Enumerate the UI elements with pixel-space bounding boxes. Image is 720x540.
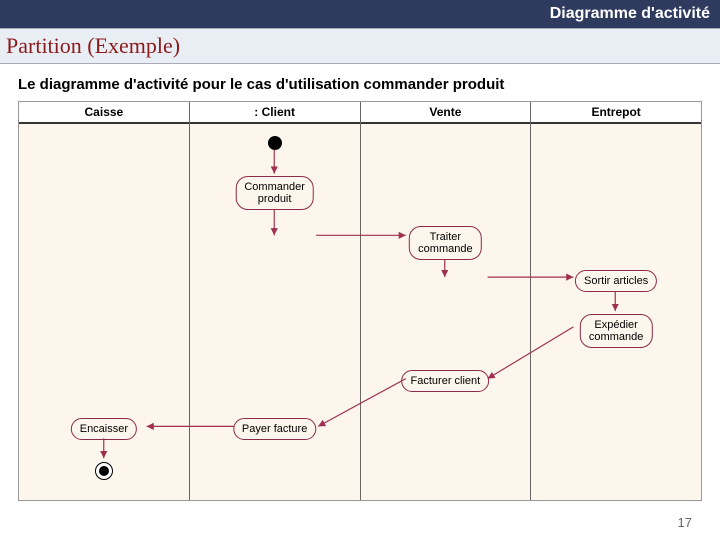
lane-head-entrepot: Entrepot [531, 102, 701, 124]
page-number: 17 [678, 515, 692, 530]
activity-facturer: Facturer client [402, 370, 490, 392]
lane-head-caisse: Caisse [19, 102, 189, 124]
activity-diagram: Caisse Encaisser : Client Commander prod… [18, 101, 702, 501]
end-node-icon [95, 462, 113, 480]
lane-entrepot: Entrepot Sortir articles Expédier comman… [531, 102, 701, 500]
page-title: Partition (Exemple) [6, 33, 180, 59]
lane-vente: Vente Traiter commande Facturer client [361, 102, 532, 500]
activity-sortir: Sortir articles [575, 270, 657, 292]
activity-traiter: Traiter commande [409, 226, 481, 260]
start-node-icon [268, 136, 282, 150]
lane-caisse: Caisse Encaisser [19, 102, 190, 500]
lane-head-client: : Client [190, 102, 360, 124]
activity-encaisser: Encaisser [71, 418, 137, 440]
activity-commander: Commander produit [235, 176, 314, 210]
lane-head-vente: Vente [361, 102, 531, 124]
header-label: Diagramme d'activité [550, 5, 710, 23]
activity-expedier: Expédier commande [580, 314, 652, 348]
lane-client: : Client Commander produit Payer facture [190, 102, 361, 500]
subtitle: Le diagramme d'activité pour le cas d'ut… [0, 64, 720, 101]
title-band: Partition (Exemple) [0, 28, 720, 64]
header-band: Diagramme d'activité [0, 0, 720, 28]
activity-payer: Payer facture [233, 418, 316, 440]
swimlanes: Caisse Encaisser : Client Commander prod… [19, 102, 701, 500]
